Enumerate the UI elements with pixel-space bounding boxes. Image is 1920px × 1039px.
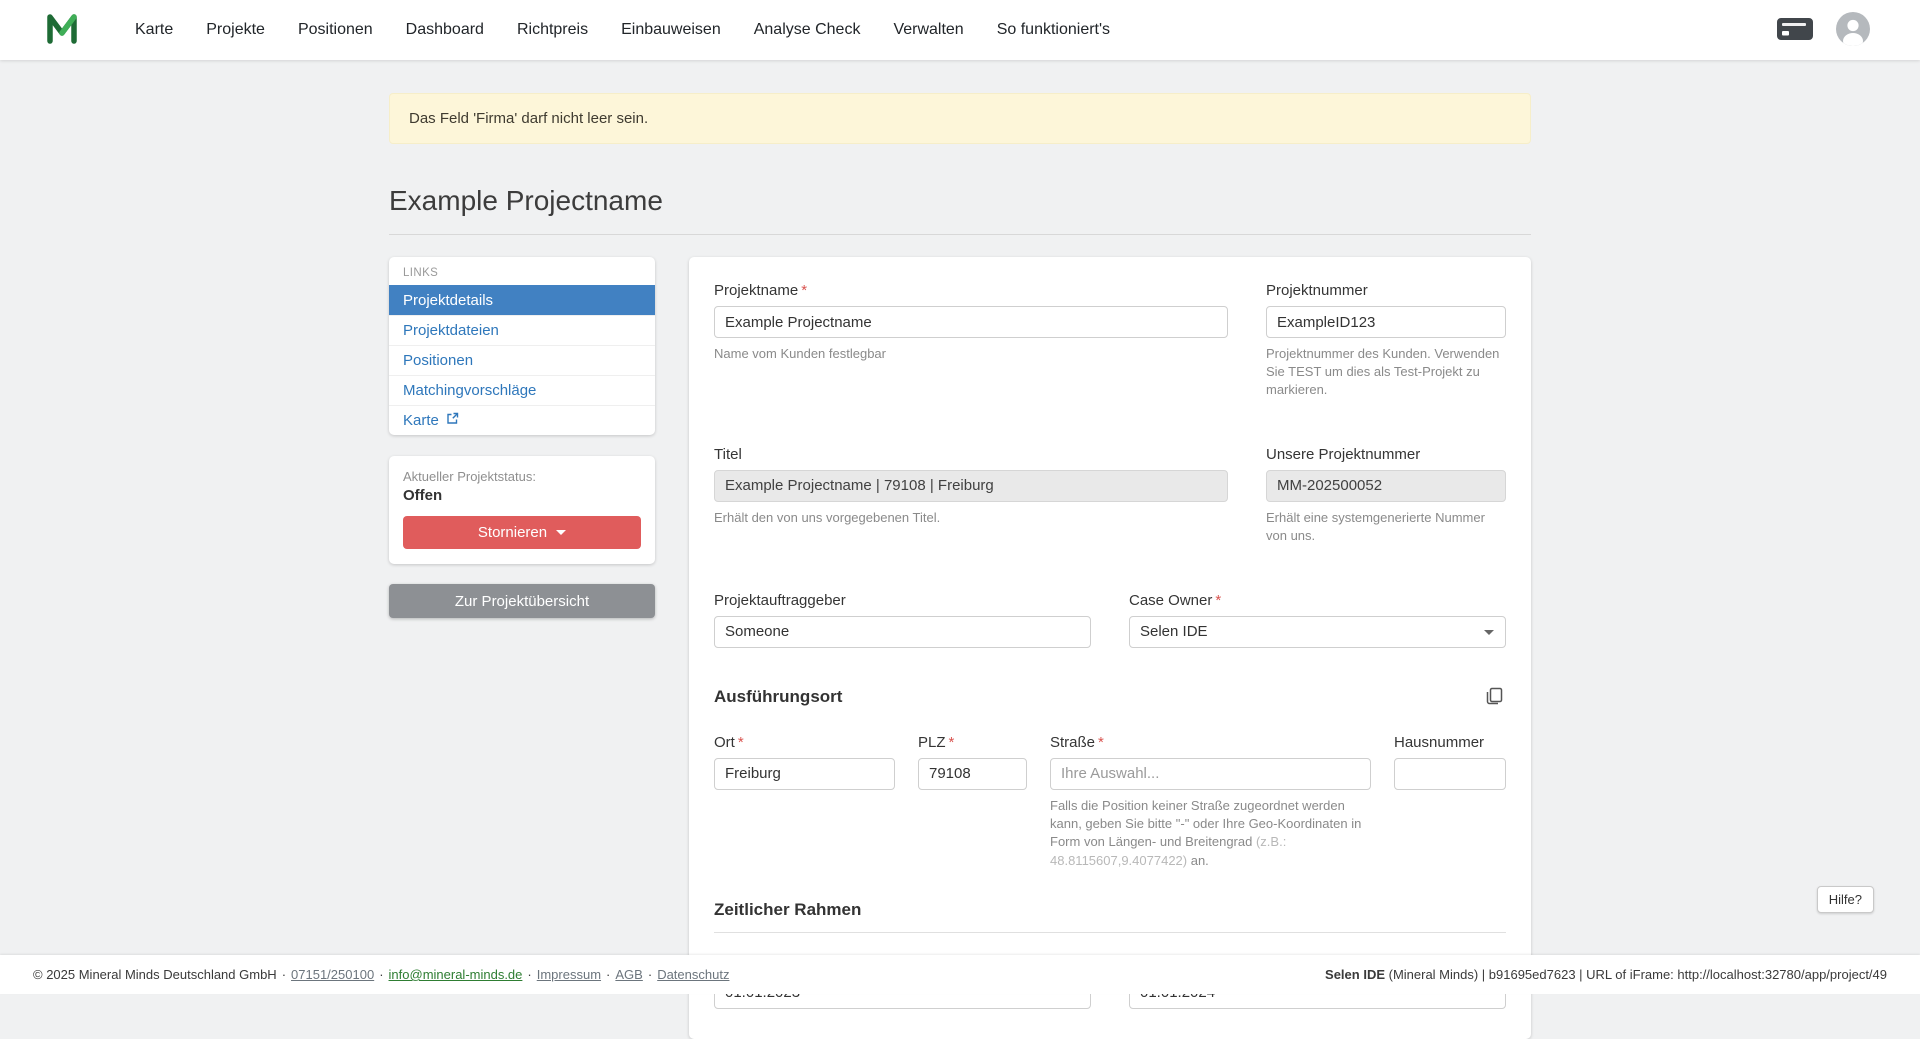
top-nav: Karte Projekte Positionen Dashboard Rich…	[0, 0, 1920, 60]
stornieren-button-label: Stornieren	[478, 524, 547, 541]
sidebar-item-karte[interactable]: Karte	[389, 405, 655, 435]
footer-separator: ·	[606, 967, 610, 982]
required-asterisk: *	[801, 282, 807, 299]
projektnummer-label: Projektnummer	[1266, 282, 1506, 299]
titel-helper: Erhält den von uns vorgegebenen Titel.	[714, 509, 1228, 527]
status-value: Offen	[403, 487, 641, 504]
footer-copyright: © 2025 Mineral Minds Deutschland GmbH	[33, 967, 277, 982]
nav-item-einbauweisen[interactable]: Einbauweisen	[621, 21, 721, 39]
sidebar-item-karte-label: Karte	[403, 412, 439, 429]
footer-user-name: Selen IDE	[1325, 967, 1385, 982]
nav-item-verwalten[interactable]: Verwalten	[893, 21, 963, 39]
links-card-header: LINKS	[389, 257, 655, 285]
case-owner-label: Case Owner*	[1129, 592, 1506, 609]
sidebar-item-projektdateien[interactable]: Projektdateien	[389, 315, 655, 345]
nav-item-so-funktionierts[interactable]: So funktioniert's	[997, 21, 1110, 39]
case-owner-select[interactable]: Selen IDE	[1129, 616, 1506, 648]
logo[interactable]	[45, 11, 83, 50]
unsere-projektnummer-label: Unsere Projektnummer	[1266, 446, 1506, 463]
status-label: Aktueller Projektstatus:	[403, 469, 641, 484]
unsere-projektnummer-helper: Erhält eine systemgenerierte Nummer von …	[1266, 509, 1506, 545]
footer-agb-link[interactable]: AGB	[615, 967, 642, 982]
hilfe-button[interactable]: Hilfe?	[1817, 886, 1874, 913]
nav-item-projekte[interactable]: Projekte	[206, 21, 265, 39]
projektnummer-input[interactable]	[1266, 306, 1506, 338]
unsere-projektnummer-input	[1266, 470, 1506, 502]
links-card: LINKS Projektdetails Projektdateien Posi…	[389, 257, 655, 435]
ort-input[interactable]	[714, 758, 895, 790]
nav-item-analyse-check[interactable]: Analyse Check	[754, 21, 861, 39]
projektname-helper: Name vom Kunden festlegbar	[714, 345, 1228, 363]
projektauftraggeber-input[interactable]	[714, 616, 1091, 648]
titel-label: Titel	[714, 446, 1228, 463]
validation-alert: Das Feld 'Firma' darf nicht leer sein.	[389, 93, 1531, 144]
main-nav: Karte Projekte Positionen Dashboard Rich…	[135, 21, 1110, 39]
sidebar-item-positionen[interactable]: Positionen	[389, 345, 655, 375]
projektname-label: Projektname*	[714, 282, 1228, 299]
hausnummer-input[interactable]	[1394, 758, 1506, 790]
projektnummer-helper: Projektnummer des Kunden. Verwenden Sie …	[1266, 345, 1506, 400]
projektname-input[interactable]	[714, 306, 1228, 338]
avatar-button[interactable]	[1836, 12, 1870, 49]
external-link-icon	[446, 412, 459, 429]
footer-separator: ·	[527, 967, 531, 982]
nav-item-karte[interactable]: Karte	[135, 21, 173, 39]
section-divider	[714, 932, 1506, 933]
titel-input	[714, 470, 1228, 502]
footer-phone-link[interactable]: 07151/250100	[291, 967, 374, 982]
strasse-input[interactable]	[1050, 758, 1371, 790]
project-details-card: Projektname* Name vom Kunden festlegbar …	[689, 257, 1531, 1039]
footer-separator: ·	[379, 967, 383, 982]
footer-email-link[interactable]: info@mineral-minds.de	[389, 967, 523, 982]
sidebar-item-projektdetails[interactable]: Projektdetails	[389, 285, 655, 315]
strasse-helper: Falls die Position keiner Straße zugeord…	[1050, 797, 1371, 870]
chevron-down-icon	[1484, 630, 1494, 635]
hausnummer-label: Hausnummer	[1394, 734, 1506, 751]
plz-label: PLZ*	[918, 734, 1027, 751]
projektauftraggeber-label: Projektauftraggeber	[714, 592, 1091, 609]
page-body: Das Feld 'Firma' darf nicht leer sein. E…	[0, 93, 1920, 1039]
footer-impressum-link[interactable]: Impressum	[537, 967, 601, 982]
case-owner-selected-value: Selen IDE	[1140, 623, 1208, 640]
required-asterisk: *	[949, 734, 955, 751]
ausfuehrungsort-section-title: Ausführungsort	[714, 687, 842, 707]
copy-icon	[1484, 686, 1504, 709]
nav-item-richtpreis[interactable]: Richtpreis	[517, 21, 588, 39]
footer-datenschutz-link[interactable]: Datenschutz	[657, 967, 729, 982]
stornieren-button[interactable]: Stornieren	[403, 516, 641, 549]
nav-item-dashboard[interactable]: Dashboard	[406, 21, 484, 39]
required-asterisk: *	[1215, 592, 1221, 609]
ort-label: Ort*	[714, 734, 895, 751]
user-avatar-icon	[1836, 12, 1870, 49]
footer-separator: ·	[282, 967, 286, 982]
plz-input[interactable]	[918, 758, 1027, 790]
sidebar-item-matchingvorschlaege[interactable]: Matchingvorschläge	[389, 375, 655, 405]
nav-item-positionen[interactable]: Positionen	[298, 21, 373, 39]
footer-separator: ·	[648, 967, 652, 982]
server-icon	[1777, 18, 1813, 43]
zur-projektuebersicht-button[interactable]: Zur Projektübersicht	[389, 584, 655, 618]
page-title: Example Projectname	[389, 185, 1531, 217]
footer-session-details: (Mineral Minds) | b91695ed7623 | URL of …	[1385, 967, 1887, 982]
server-icon-button[interactable]	[1777, 18, 1813, 43]
status-card: Aktueller Projektstatus: Offen Storniere…	[389, 456, 655, 564]
zeitlicher-rahmen-section-title: Zeitlicher Rahmen	[714, 900, 1506, 920]
caret-down-icon	[556, 530, 566, 535]
mineral-minds-logo-icon	[45, 11, 83, 50]
footer-session-info: Selen IDE (Mineral Minds) | b91695ed7623…	[1325, 967, 1887, 982]
required-asterisk: *	[738, 734, 744, 751]
left-sidebar: LINKS Projektdetails Projektdateien Posi…	[389, 257, 655, 618]
copy-address-button[interactable]	[1482, 684, 1506, 711]
strasse-label: Straße*	[1050, 734, 1371, 751]
footer: © 2025 Mineral Minds Deutschland GmbH · …	[0, 955, 1920, 994]
title-divider	[389, 234, 1531, 235]
required-asterisk: *	[1098, 734, 1104, 751]
